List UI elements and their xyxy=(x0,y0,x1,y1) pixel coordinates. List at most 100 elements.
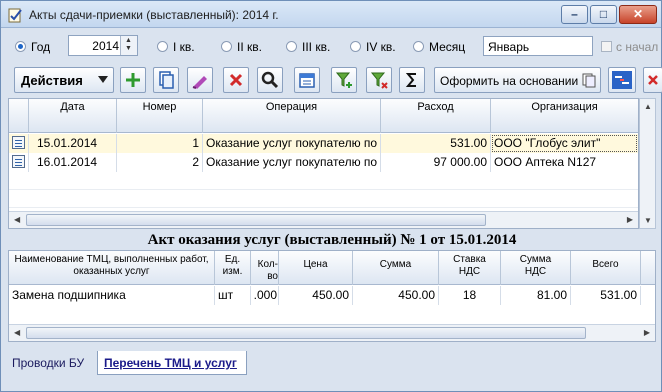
items-horizontal-scrollbar[interactable]: ◀ ▶ xyxy=(9,324,655,341)
bottom-tabs: Проводки БУ Перечень ТМЦ и услуг xyxy=(1,345,661,391)
header-vat-rate[interactable]: Ставка НДС xyxy=(439,251,501,285)
sum-button[interactable] xyxy=(399,67,425,93)
header-total[interactable]: Всего xyxy=(571,251,641,285)
empty-row xyxy=(9,172,638,190)
radio-q2-label[interactable]: II кв. xyxy=(237,40,262,54)
add-button[interactable] xyxy=(120,67,146,93)
delete-button[interactable] xyxy=(223,67,249,93)
cell-item-name: Замена подшипника xyxy=(9,286,215,305)
header-sum[interactable]: Сумма xyxy=(353,251,439,285)
cell-expense: 531.00 xyxy=(381,134,491,153)
scroll-down-icon[interactable]: ▼ xyxy=(644,216,652,225)
scroll-left-icon[interactable]: ◀ xyxy=(14,328,20,337)
header-number[interactable]: Номер xyxy=(117,99,203,133)
window-title: Акты сдачи-приемки (выставленный): 2014 … xyxy=(29,8,279,22)
header-vat-sum[interactable]: Сумма НДС xyxy=(501,251,571,285)
scroll-thumb[interactable] xyxy=(26,327,586,339)
debit-credit-button[interactable] xyxy=(608,67,636,93)
header-organization[interactable]: Организация xyxy=(491,99,638,133)
cell-organization: ООО Аптека N127 xyxy=(494,155,597,169)
calendar-icon xyxy=(299,73,315,88)
spin-down-icon[interactable]: ▼ xyxy=(125,45,132,52)
edit-icon xyxy=(192,76,207,89)
cell-vat-sum: 81.00 xyxy=(501,286,571,305)
radio-year-label[interactable]: Год xyxy=(31,40,50,54)
edit-button[interactable] xyxy=(187,67,213,93)
period-filter: Год 2014 ▲ ▼ I кв. II кв. III кв. IV кв.… xyxy=(1,31,661,63)
filter-add-icon xyxy=(335,72,352,88)
month-input[interactable]: Январь xyxy=(483,36,593,56)
radio-q2[interactable] xyxy=(221,41,232,52)
filter-add-button[interactable] xyxy=(331,67,357,93)
year-input[interactable]: 2014 ▲ ▼ xyxy=(68,35,138,56)
sum-icon xyxy=(405,73,416,87)
radio-q3[interactable] xyxy=(286,41,297,52)
radio-year[interactable] xyxy=(15,41,26,52)
document-icon xyxy=(12,155,25,168)
filter-remove-icon xyxy=(370,72,388,89)
scroll-right-icon[interactable]: ▶ xyxy=(644,328,650,337)
cell-number: 1 xyxy=(117,134,203,153)
scroll-up-icon[interactable]: ▲ xyxy=(644,102,652,111)
cell-price: 450.00 xyxy=(279,286,353,305)
search-button[interactable] xyxy=(257,67,283,93)
documents-vertical-scrollbar[interactable]: ▲ ▼ xyxy=(639,98,656,229)
copy-button[interactable] xyxy=(153,67,179,93)
scroll-thumb[interactable] xyxy=(26,214,486,226)
table-row[interactable]: 15.01.2014 1 Оказание услуг покупателю п… xyxy=(9,134,638,153)
cell-number: 2 xyxy=(117,153,203,172)
cell-unit: шт xyxy=(215,286,251,305)
cell-total: 531.00 xyxy=(571,286,641,305)
items-table-header: Наименование ТМЦ, выполненных работ, ока… xyxy=(9,251,655,285)
header-operation[interactable]: Операция xyxy=(203,99,381,133)
cell-qty: .000 xyxy=(251,286,279,305)
radio-q4[interactable] xyxy=(350,41,361,52)
cell-date: 16.01.2014 xyxy=(29,153,117,172)
tab-accounting[interactable]: Проводки БУ xyxy=(6,351,96,375)
cell-operation: Оказание услуг покупателю по xyxy=(203,153,381,172)
maximize-button[interactable]: □ xyxy=(590,5,617,24)
minimize-button[interactable]: – xyxy=(561,5,588,24)
row-icon-cell xyxy=(9,134,29,153)
month-value: Январь xyxy=(488,40,530,54)
header-item-name[interactable]: Наименование ТМЦ, выполненных работ, ока… xyxy=(9,251,215,285)
radio-q1[interactable] xyxy=(157,41,168,52)
radio-q3-label[interactable]: III кв. xyxy=(302,40,330,54)
radio-month-label[interactable]: Месяц xyxy=(429,40,465,54)
scroll-left-icon[interactable]: ◀ xyxy=(14,215,20,224)
document-check-icon xyxy=(8,8,22,23)
scroll-right-icon[interactable]: ▶ xyxy=(627,215,633,224)
header-unit[interactable]: Ед. изм. xyxy=(215,251,251,285)
close-doc-icon xyxy=(648,75,658,85)
radio-q4-label[interactable]: IV кв. xyxy=(366,40,396,54)
tab-items[interactable]: Перечень ТМЦ и услуг xyxy=(97,351,247,375)
maximize-icon: □ xyxy=(599,7,608,21)
since-start-checkbox[interactable] xyxy=(601,41,612,52)
header-icon-column xyxy=(9,99,29,133)
cell-expense: 97 000.00 xyxy=(381,153,491,172)
filter-remove-button[interactable] xyxy=(366,67,392,93)
close-button[interactable]: ✕ xyxy=(619,5,657,24)
copy-icon xyxy=(159,71,174,89)
documents-icon xyxy=(582,73,596,88)
delete-icon xyxy=(229,73,243,87)
header-price[interactable]: Цена xyxy=(279,251,353,285)
year-spinner[interactable]: ▲ ▼ xyxy=(120,36,137,55)
header-filler xyxy=(641,251,655,285)
calendar-button[interactable] xyxy=(294,67,320,93)
radio-month[interactable] xyxy=(413,41,424,52)
header-qty[interactable]: Кол-во xyxy=(251,251,279,285)
close-doc-button[interactable] xyxy=(643,67,662,93)
cell-operation: Оказание услуг покупателю по xyxy=(203,134,381,153)
table-row[interactable]: Замена подшипника шт .000 450.00 450.00 … xyxy=(9,286,655,305)
create-based-on-button[interactable]: Оформить на основании xyxy=(434,67,601,93)
header-date[interactable]: Дата xyxy=(29,99,117,133)
documents-table-header: Дата Номер Операция Расход Организация xyxy=(9,99,638,133)
actions-menu-button[interactable]: Действия xyxy=(14,67,114,93)
cell-date: 15.01.2014 xyxy=(29,134,117,153)
spin-up-icon[interactable]: ▲ xyxy=(125,37,132,44)
table-row[interactable]: 16.01.2014 2 Оказание услуг покупателю п… xyxy=(9,153,638,172)
radio-q1-label[interactable]: I кв. xyxy=(173,40,195,54)
documents-horizontal-scrollbar[interactable]: ◀ ▶ xyxy=(9,211,638,228)
header-expense[interactable]: Расход xyxy=(381,99,491,133)
